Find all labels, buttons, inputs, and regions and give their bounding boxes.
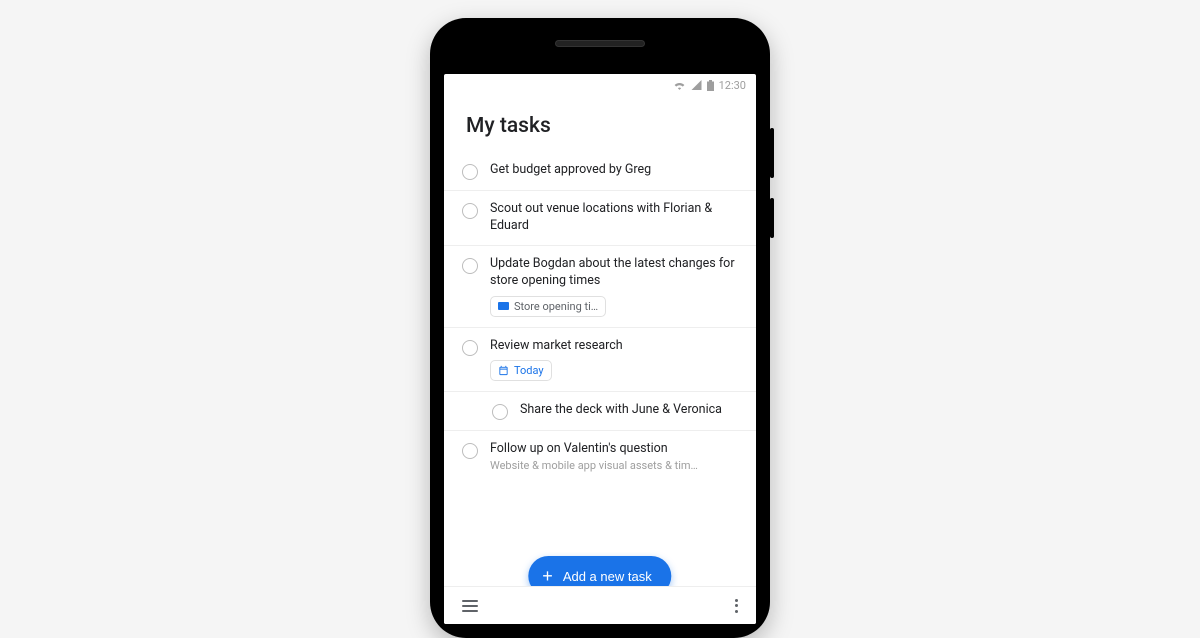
page-title: My tasks [444,96,756,152]
task-item[interactable]: Follow up on Valentin's question Website… [444,431,756,483]
task-title: Update Bogdan about the latest changes f… [490,256,738,290]
wifi-icon [673,80,686,90]
status-bar: 12:30 [444,74,756,96]
email-icon [498,302,509,311]
task-checkbox[interactable] [462,164,478,180]
phone-side-button [770,198,774,238]
task-title: Share the deck with June & Veronica [520,402,738,419]
plus-icon: + [542,567,553,585]
chip-label: Store opening ti… [514,300,598,313]
task-list[interactable]: Get budget approved by Greg Scout out ve… [444,152,756,564]
task-checkbox[interactable] [462,258,478,274]
signal-icon [691,80,702,90]
task-item[interactable]: Get budget approved by Greg [444,152,756,191]
calendar-icon [498,366,509,375]
task-body: Share the deck with June & Veronica [520,402,738,419]
task-item-subtask[interactable]: Share the deck with June & Veronica [444,392,756,431]
task-item[interactable]: Update Bogdan about the latest changes f… [444,246,756,328]
phone-speaker [555,40,645,47]
task-checkbox[interactable] [462,340,478,356]
task-checkbox[interactable] [492,404,508,420]
status-time: 12:30 [719,79,746,92]
task-body: Follow up on Valentin's question Website… [490,441,738,473]
task-title: Scout out venue locations with Florian &… [490,201,738,235]
content-area: My tasks Get budget approved by Greg Sco… [444,96,756,624]
task-title: Review market research [490,338,738,355]
chip-label: Today [514,364,544,377]
task-title: Get budget approved by Greg [490,162,738,179]
task-item[interactable]: Review market research Today [444,328,756,393]
task-subtitle: Website & mobile app visual assets & tim… [490,459,738,473]
menu-icon[interactable] [462,600,478,612]
task-title: Follow up on Valentin's question [490,441,738,458]
task-item[interactable]: Scout out venue locations with Florian &… [444,191,756,246]
task-body: Get budget approved by Greg [490,162,738,179]
date-chip[interactable]: Today [490,360,552,381]
phone-frame: 12:30 My tasks Get budget approved by Gr… [430,18,770,638]
phone-side-button [770,128,774,178]
more-icon[interactable] [734,599,738,613]
fab-label: Add a new task [563,569,652,584]
task-body: Review market research Today [490,338,738,382]
task-checkbox[interactable] [462,203,478,219]
task-checkbox[interactable] [462,443,478,459]
task-body: Update Bogdan about the latest changes f… [490,256,738,317]
bottom-bar [444,586,756,624]
email-chip[interactable]: Store opening ti… [490,296,606,317]
screen: 12:30 My tasks Get budget approved by Gr… [444,74,756,624]
task-body: Scout out venue locations with Florian &… [490,201,738,235]
battery-icon [707,80,714,91]
